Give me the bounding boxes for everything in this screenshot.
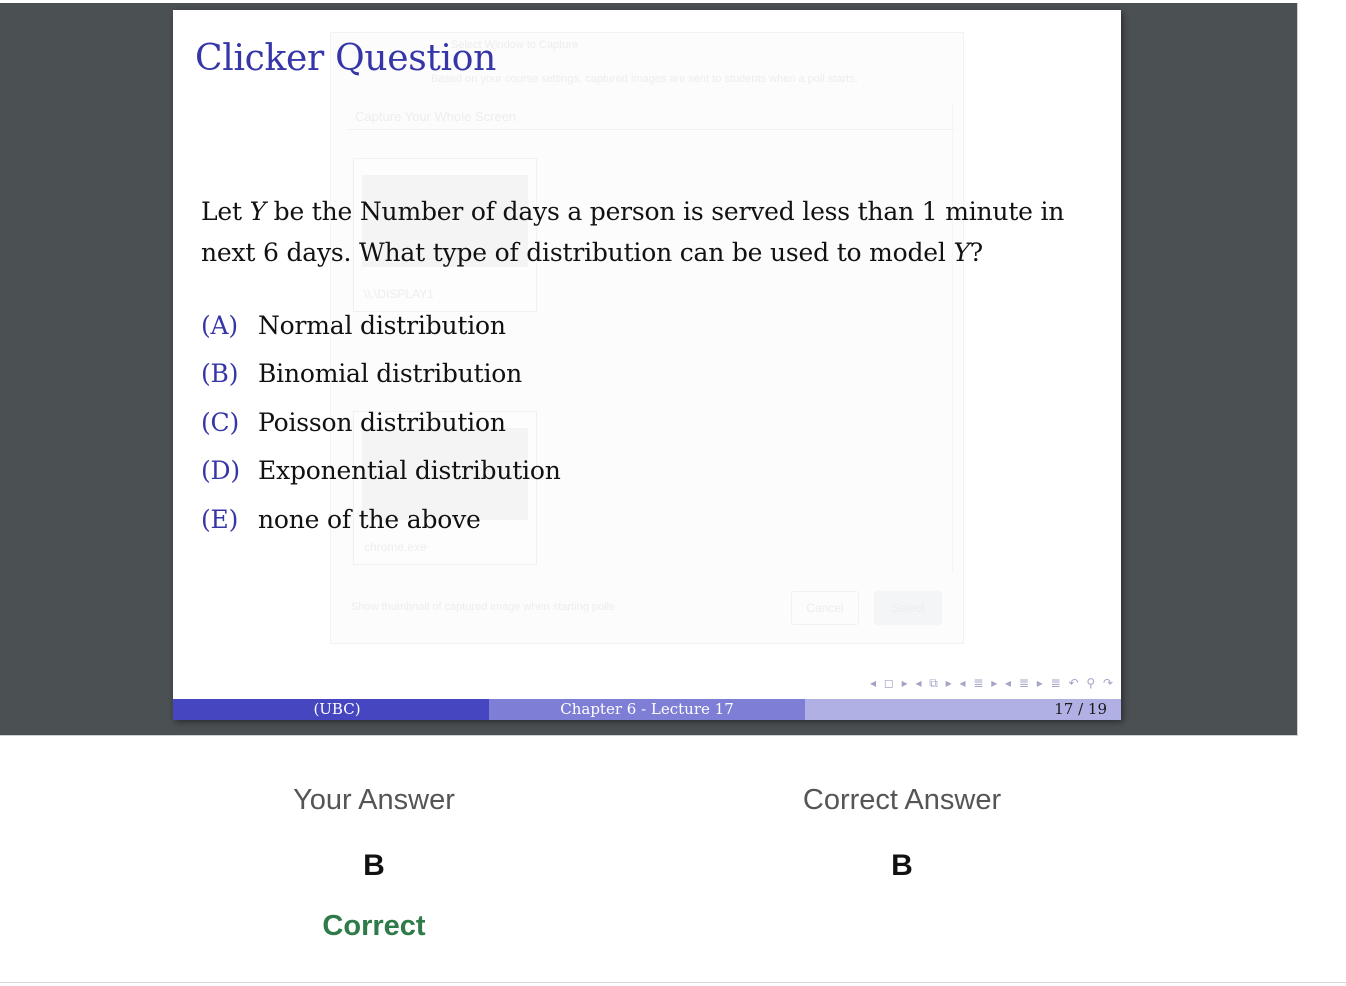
ghost-scrollbar [952, 103, 959, 573]
choice-text: Exponential distribution [258, 456, 561, 486]
ghost-dialog-section: Capture Your Whole Screen [347, 105, 955, 130]
choice-label: (E) [201, 504, 239, 534]
choice-e: (E) none of the above [201, 495, 561, 544]
choice-text: Poisson distribution [258, 407, 506, 437]
footer-page-number: 17 / 19 [805, 699, 1121, 720]
your-answer-label: Your Answer [293, 784, 455, 816]
your-answer-value: B [363, 849, 385, 882]
correct-answer-value: B [891, 849, 913, 882]
slide-viewer: Select Window to Capture Based on your c… [0, 3, 1298, 736]
question-part: be the Number of days a person is served… [201, 197, 1065, 267]
choice-label: (A) [201, 310, 238, 340]
choice-text: none of the above [258, 504, 481, 534]
question-part: ? [969, 238, 983, 267]
ghost-cancel-button: Cancel [791, 591, 859, 625]
choice-text: Binomial distribution [258, 359, 522, 389]
choice-label: (C) [201, 407, 240, 437]
answer-status: Correct [322, 910, 426, 942]
question-part: Let [201, 197, 250, 226]
ghost-select-button: Select [874, 591, 942, 625]
choice-d: (D) Exponential distribution [201, 447, 561, 496]
slide: Select Window to Capture Based on your c… [173, 10, 1121, 720]
footer-lecture-title: Chapter 6 - Lecture 17 [489, 699, 805, 720]
choice-label: (B) [201, 359, 239, 389]
question-text: Let Y be the Number of days a person is … [201, 191, 1101, 273]
correct-answer-label: Correct Answer [802, 784, 1002, 816]
math-variable: Y [249, 197, 267, 226]
answer-choices: (A) Normal distribution (B) Binomial distr… [201, 301, 561, 544]
choice-b: (B) Binomial distribution [201, 350, 561, 399]
divider [0, 982, 1346, 983]
ghost-thumbnail-checkbox: Show thumbnail of captured image when st… [351, 601, 615, 613]
footer-institute: (UBC) [173, 699, 489, 720]
choice-text: Normal distribution [258, 310, 506, 340]
choice-label: (D) [201, 456, 240, 486]
choice-a: (A) Normal distribution [201, 301, 561, 350]
math-variable: Y [953, 238, 970, 267]
ghost-thumbnail-label: \\.\DISPLAY1 [364, 287, 434, 301]
slide-title: Clicker Question [195, 38, 497, 79]
beamer-navigation-icons: ◂ ◻ ▸ ◂ ⧉ ▸ ◂ ≣ ▸ ◂ ≣ ▸ ≣ ↶ ⚲ ↷ [870, 676, 1113, 690]
slide-footer: (UBC) Chapter 6 - Lecture 17 17 / 19 [173, 699, 1121, 720]
choice-c: (C) Poisson distribution [201, 398, 561, 447]
